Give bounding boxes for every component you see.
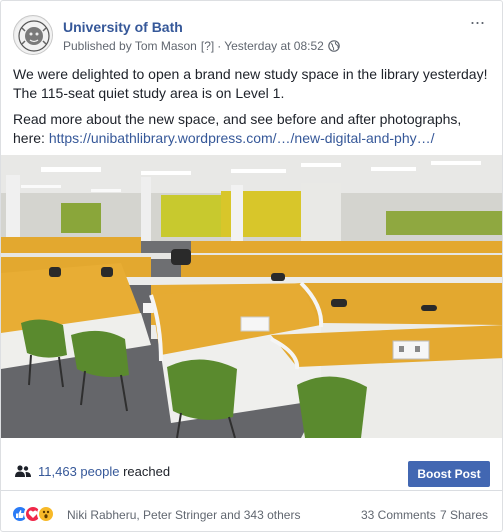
people-icon [15, 465, 31, 477]
meta-separator: · [217, 39, 222, 53]
reach-count[interactable]: 11,463 people [38, 464, 119, 479]
reaction-names[interactable]: Niki Rabheru, Peter Stringer and 343 oth… [67, 508, 300, 522]
reach-label: reached [119, 464, 171, 479]
university-crest-icon [15, 17, 52, 54]
page-name-link[interactable]: University of Bath [63, 19, 183, 35]
post-card: University of Bath Published by Tom Maso… [0, 0, 503, 532]
boost-post-button[interactable]: Boost Post [408, 461, 490, 487]
post-paragraph-1: We were delighted to open a brand new st… [13, 66, 488, 101]
published-by[interactable]: Published by Tom Mason [63, 39, 197, 53]
post-header: University of Bath Published by Tom Maso… [13, 13, 490, 57]
globe-icon[interactable] [328, 40, 340, 52]
reach-bar: 11,463 people reached Boost Post [1, 439, 502, 491]
blog-link[interactable]: https://unibathlibrary.wordpress.com/…/n… [49, 130, 435, 146]
study-space-photo[interactable] [1, 155, 502, 438]
photo-image [1, 155, 502, 438]
more-options-icon[interactable]: ··· [466, 13, 488, 33]
comments-count[interactable]: 33 Comments [361, 508, 436, 522]
post-body: We were delighted to open a brand new st… [13, 65, 495, 155]
post-timestamp[interactable]: Yesterday at 08:52 [224, 39, 324, 53]
reaction-icons[interactable] [11, 505, 55, 523]
post-paragraph-2: Read more about the new space, and see b… [13, 110, 495, 148]
help-marker[interactable]: [?] [201, 39, 214, 53]
wow-reaction-icon [37, 505, 55, 523]
page-avatar[interactable] [13, 15, 53, 55]
post-meta: Published by Tom Mason [?] · Yesterday a… [63, 39, 340, 53]
reach-count-link[interactable]: 11,463 people reached [38, 464, 170, 479]
reactions-bar: Niki Rabheru, Peter Stringer and 343 oth… [1, 492, 502, 531]
shares-count[interactable]: 7 Shares [440, 508, 488, 522]
